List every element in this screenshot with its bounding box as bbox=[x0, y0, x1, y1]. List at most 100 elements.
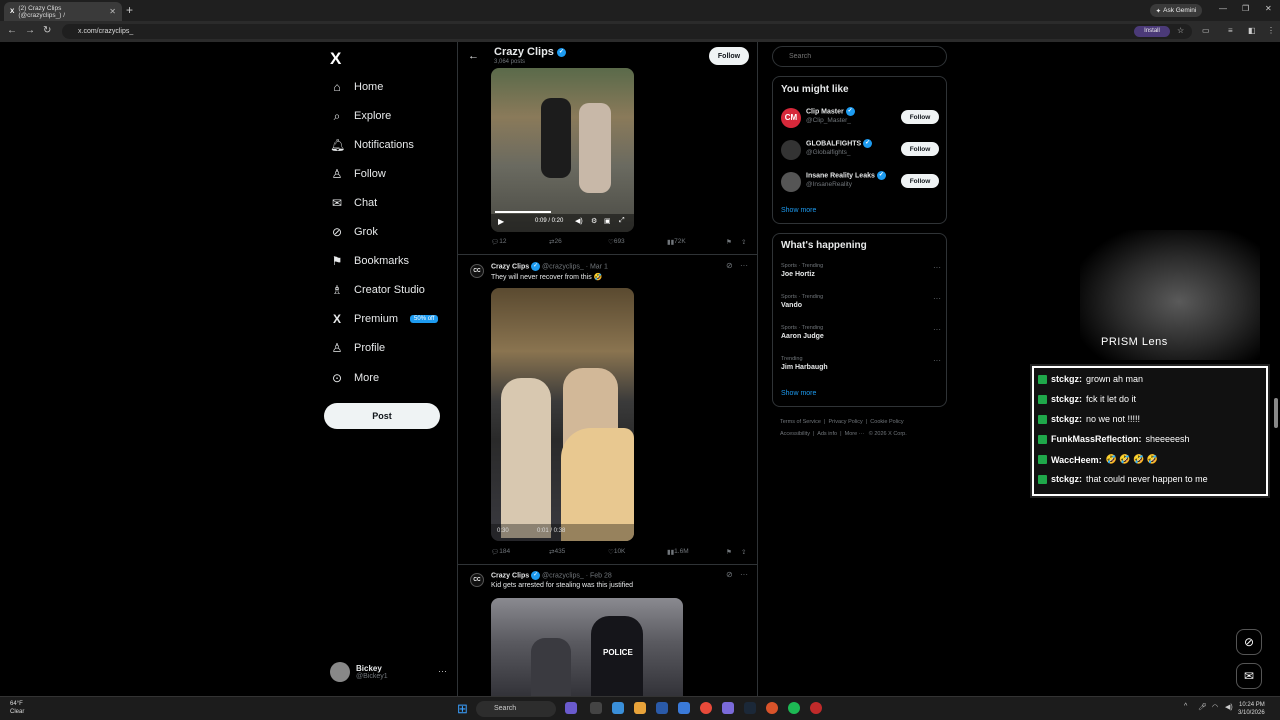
close-tab-icon[interactable]: ✕ bbox=[109, 7, 116, 16]
play-icon[interactable]: ▶ bbox=[498, 217, 504, 226]
video-progress-fill[interactable] bbox=[495, 211, 551, 213]
trend-item[interactable]: Trending Jim Harbaugh ··· bbox=[781, 356, 941, 371]
settings-icon[interactable]: ⚙ bbox=[591, 217, 597, 225]
messages-floating-button[interactable]: ✉ bbox=[1236, 663, 1262, 689]
back-arrow-icon[interactable]: ← bbox=[468, 50, 479, 62]
sidebar-item-bookmarks[interactable]: ⚑ Bookmarks bbox=[330, 253, 409, 269]
sidebar-item-explore[interactable]: ⌕ Explore bbox=[330, 108, 392, 124]
footer-link[interactable]: Terms of Service bbox=[780, 419, 821, 425]
minimize-icon[interactable]: — bbox=[1219, 4, 1227, 13]
taskbar-app-icon[interactable] bbox=[565, 702, 577, 714]
taskbar-app-icon[interactable] bbox=[656, 702, 668, 714]
browser-tab[interactable]: X (2) Crazy Clips (@crazyclips_) / ✕ bbox=[4, 2, 122, 21]
show-more-link[interactable]: Show more bbox=[781, 390, 816, 397]
suggestion-item[interactable]: GLOBALFIGHTS ✓ @Globalfights_ Follow bbox=[781, 139, 941, 163]
follow-button[interactable]: Follow bbox=[901, 110, 939, 124]
pip-icon[interactable]: ▣ bbox=[604, 217, 611, 225]
taskbar-app-icon[interactable] bbox=[766, 702, 778, 714]
maximize-icon[interactable]: ❐ bbox=[1242, 4, 1249, 13]
trend-item[interactable]: Sports · Trending Joe Hortiz ··· bbox=[781, 263, 941, 278]
wifi-icon[interactable]: ◠ bbox=[1212, 703, 1218, 711]
discord-icon[interactable] bbox=[722, 702, 734, 714]
tweet-avatar[interactable]: CC bbox=[470, 264, 484, 278]
fullscreen-icon[interactable]: ⤢ bbox=[619, 217, 625, 225]
taskbar-app-icon[interactable] bbox=[678, 702, 690, 714]
taskbar-app-icon[interactable] bbox=[634, 702, 646, 714]
sidebar-item-creator-studio[interactable]: ♗ Creator Studio bbox=[330, 282, 425, 298]
taskbar-app-icon[interactable] bbox=[810, 702, 822, 714]
reload-icon[interactable]: ↻ bbox=[43, 25, 51, 36]
tweet-more-icon[interactable]: ··· bbox=[740, 261, 748, 270]
mic-icon[interactable]: 🎤︎ bbox=[1198, 703, 1207, 711]
post-button[interactable]: Post bbox=[324, 403, 440, 429]
repost-button[interactable]: ⇄ 26 bbox=[549, 238, 562, 246]
tweet-video[interactable]: POLICE bbox=[491, 598, 683, 696]
volume-icon[interactable]: ◀) bbox=[575, 217, 583, 225]
sidebar-item-premium[interactable]: X Premium 50% off bbox=[330, 311, 439, 327]
trend-more-icon[interactable]: ··· bbox=[933, 325, 941, 334]
sidebar-item-more[interactable]: ⊙ More bbox=[330, 370, 379, 386]
follow-button[interactable]: Follow bbox=[709, 47, 749, 65]
x-logo-icon[interactable]: X bbox=[330, 49, 341, 69]
taskbar-search[interactable]: Search bbox=[476, 701, 556, 717]
tweet-author[interactable]: Crazy Clips bbox=[491, 263, 529, 270]
sidebar-item-follow[interactable]: ♙ Follow bbox=[330, 166, 386, 182]
file-explorer-icon[interactable] bbox=[590, 702, 602, 714]
grok-explain-icon[interactable]: ⊘ bbox=[726, 570, 733, 579]
forward-icon[interactable]: → bbox=[25, 25, 35, 36]
footer-link[interactable]: More ··· bbox=[845, 431, 865, 437]
system-clock[interactable]: 10:24 PM 3/10/2026 bbox=[1238, 701, 1265, 717]
like-button[interactable]: ♡ 693 bbox=[608, 238, 625, 246]
repost-button[interactable]: ⇄ 435 bbox=[549, 548, 565, 556]
scrollbar-thumb[interactable] bbox=[1274, 398, 1278, 428]
url-field[interactable]: x.com/crazyclips_ bbox=[62, 24, 1192, 39]
reply-button[interactable]: 💬︎ 184 bbox=[491, 548, 510, 556]
follow-button[interactable]: Follow bbox=[901, 174, 939, 188]
like-button[interactable]: ♡ 10K bbox=[608, 548, 625, 556]
menu-icon[interactable]: ⋮ bbox=[1267, 26, 1275, 35]
views-button[interactable]: ▮▮ 1.6M bbox=[667, 548, 689, 556]
steam-icon[interactable] bbox=[744, 702, 756, 714]
tweet-video[interactable]: 0:30 0:01 / 0:38 bbox=[491, 288, 634, 541]
install-button[interactable]: Install bbox=[1134, 26, 1170, 37]
show-more-link[interactable]: Show more bbox=[781, 207, 816, 214]
tweet-video[interactable]: ▶ 0:09 / 0:20 ◀) ⚙ ▣ ⤢ bbox=[491, 68, 634, 232]
extensions-icon[interactable]: ≡ bbox=[1228, 26, 1233, 35]
windows-start-icon[interactable]: ⊞ bbox=[457, 701, 468, 717]
account-more-icon[interactable]: ··· bbox=[438, 666, 447, 676]
spotify-icon[interactable] bbox=[788, 702, 800, 714]
tweet-author[interactable]: Crazy Clips bbox=[491, 572, 529, 579]
chrome-icon[interactable] bbox=[700, 702, 712, 714]
account-switcher[interactable]: Bickey @Bickey1 bbox=[330, 662, 388, 682]
reply-button[interactable]: 💬︎ 12 bbox=[491, 238, 507, 246]
trend-more-icon[interactable]: ··· bbox=[933, 263, 941, 272]
footer-link[interactable]: Privacy Policy bbox=[829, 419, 863, 425]
sidebar-item-profile[interactable]: ♙ Profile bbox=[330, 340, 386, 356]
grok-explain-icon[interactable]: ⊘ bbox=[726, 261, 733, 270]
follow-button[interactable]: Follow bbox=[901, 142, 939, 156]
profile-icon[interactable]: ◧ bbox=[1248, 26, 1256, 35]
footer-link[interactable]: Accessibility bbox=[780, 431, 810, 437]
volume-icon[interactable]: ◀) bbox=[1225, 703, 1233, 711]
footer-link[interactable]: Cookie Policy bbox=[870, 419, 903, 425]
share-icon[interactable]: ⇪ bbox=[741, 238, 746, 246]
sidebar-item-grok[interactable]: ⊘ Grok bbox=[330, 224, 378, 240]
close-window-icon[interactable]: ✕ bbox=[1265, 4, 1272, 13]
bookmark-star-icon[interactable]: ☆ bbox=[1177, 26, 1184, 35]
weather-widget[interactable]: 64°F Clear bbox=[10, 700, 24, 716]
sidebar-item-chat[interactable]: ✉ Chat bbox=[330, 195, 377, 211]
tray-chevron-icon[interactable]: ^ bbox=[1184, 703, 1187, 710]
views-button[interactable]: ▮▮ 72K bbox=[667, 238, 686, 246]
sidebar-item-home[interactable]: ⌂ Home bbox=[330, 79, 383, 95]
share-icon[interactable]: ⇪ bbox=[741, 548, 746, 556]
sidebar-item-notifications[interactable]: 🔔︎ Notifications bbox=[330, 137, 414, 153]
new-tab-icon[interactable]: + bbox=[126, 3, 133, 17]
ask-gemini-button[interactable]: ✦ Ask Gemini bbox=[1150, 4, 1202, 17]
search-input[interactable] bbox=[772, 46, 947, 67]
bookmark-icon[interactable]: ⚑ bbox=[726, 238, 732, 246]
footer-link[interactable]: Ads info bbox=[817, 431, 837, 437]
tweet-more-icon[interactable]: ··· bbox=[740, 570, 748, 579]
trend-more-icon[interactable]: ··· bbox=[933, 356, 941, 365]
bookmark-icon[interactable]: ⚑ bbox=[726, 548, 732, 556]
suggestion-item[interactable]: CM Clip Master ✓ @Clip_Master_ Follow bbox=[781, 107, 941, 131]
